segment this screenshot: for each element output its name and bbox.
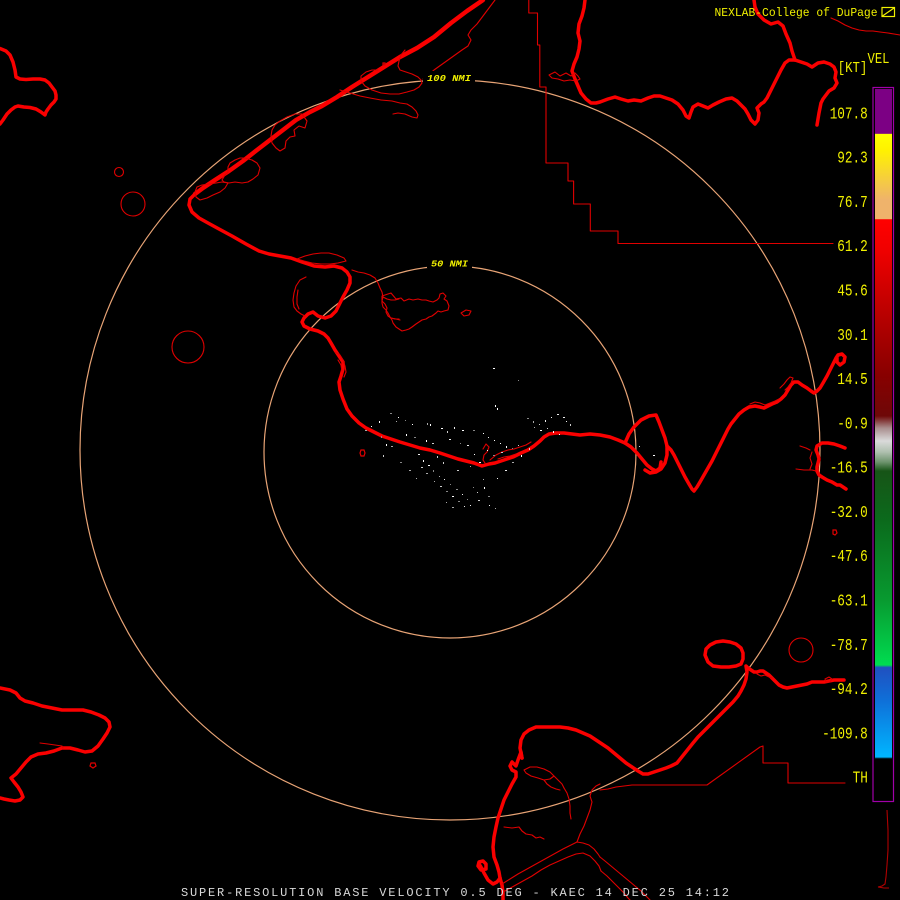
svg-text:-78.7: -78.7 bbox=[830, 637, 868, 655]
svg-text:SUPER-RESOLUTION BASE VELOCITY: SUPER-RESOLUTION BASE VELOCITY 0.5 DEG -… bbox=[181, 886, 729, 900]
svg-text:-0.9: -0.9 bbox=[837, 415, 868, 433]
svg-text:-32.0: -32.0 bbox=[830, 504, 868, 522]
svg-text:VEL: VEL bbox=[868, 50, 890, 68]
svg-text:NEXLAB-College of DuPage: NEXLAB-College of DuPage bbox=[715, 6, 878, 20]
svg-text:[KT]: [KT] bbox=[838, 59, 868, 77]
svg-text:30.1: 30.1 bbox=[837, 327, 868, 345]
svg-text:45.6: 45.6 bbox=[837, 283, 868, 301]
svg-text:76.7: 76.7 bbox=[837, 194, 868, 212]
svg-text:-16.5: -16.5 bbox=[830, 460, 868, 478]
svg-text:61.2: 61.2 bbox=[837, 238, 868, 256]
svg-text:-63.1: -63.1 bbox=[830, 593, 868, 611]
svg-text:50 NMI: 50 NMI bbox=[431, 258, 468, 269]
svg-text:14.5: 14.5 bbox=[837, 371, 868, 389]
svg-text:107.8: 107.8 bbox=[830, 105, 868, 123]
svg-text:100 NMI: 100 NMI bbox=[427, 73, 471, 84]
svg-text:-109.8: -109.8 bbox=[822, 725, 868, 743]
svg-text:-94.2: -94.2 bbox=[830, 681, 868, 699]
svg-text:-47.6: -47.6 bbox=[830, 548, 868, 566]
svg-text:92.3: 92.3 bbox=[837, 150, 868, 168]
svg-text:TH: TH bbox=[853, 770, 868, 788]
